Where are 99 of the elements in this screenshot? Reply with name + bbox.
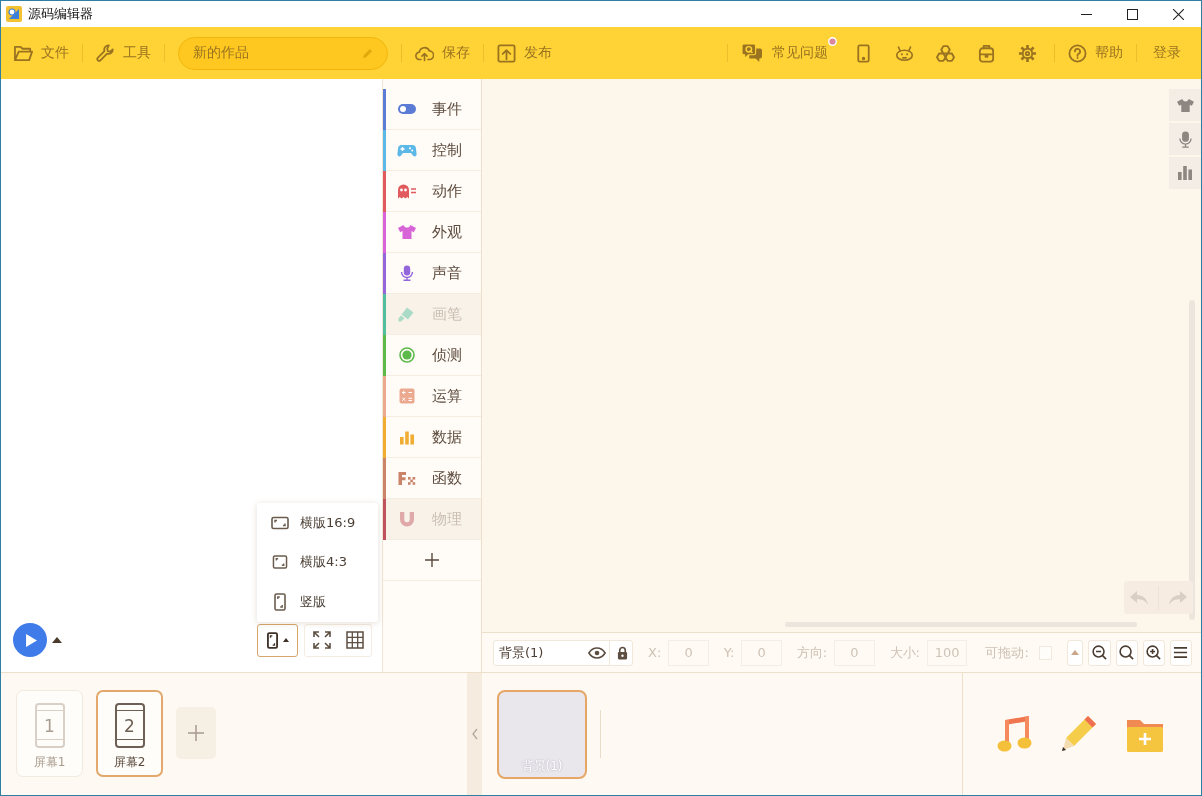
menu-item[interactable]: 横版4:3 xyxy=(257,543,378,582)
fullscreen-icon xyxy=(312,631,331,649)
zoom-in-icon xyxy=(1146,645,1162,660)
zoom-out-icon xyxy=(1092,645,1107,660)
upload-icon xyxy=(497,43,516,63)
app-logo-icon xyxy=(6,6,22,22)
eye-icon xyxy=(588,646,606,659)
search-icon xyxy=(1119,645,1135,660)
folder-icon xyxy=(14,43,33,63)
login-button[interactable]: 登录 xyxy=(1153,44,1181,62)
publish-button[interactable]: 发布 xyxy=(497,43,552,63)
minimize-icon xyxy=(1080,13,1092,15)
property-label: 方向: xyxy=(796,643,828,662)
add-screen-button[interactable] xyxy=(176,707,216,759)
gear-icon xyxy=(1017,43,1037,63)
gamepad-icon xyxy=(397,142,417,158)
magnet-icon xyxy=(397,511,417,527)
y-field[interactable]: 0 xyxy=(741,639,782,666)
category-item[interactable]: 声音 xyxy=(383,253,481,294)
menu-item[interactable]: 竖版 xyxy=(257,583,378,622)
help-button[interactable]: 帮助 xyxy=(1068,43,1123,63)
category-item[interactable]: 外观 xyxy=(383,212,481,253)
backpack-icon xyxy=(976,43,996,63)
play-icon xyxy=(26,633,37,647)
category-item[interactable]: 函数 xyxy=(383,458,481,499)
draggable-checkbox[interactable] xyxy=(1038,645,1052,660)
close-icon xyxy=(1172,8,1184,20)
undo-icon xyxy=(1129,590,1148,605)
menu-button[interactable]: 工具 xyxy=(96,43,151,63)
target-icon xyxy=(397,347,417,363)
caret-up-icon xyxy=(1071,650,1080,655)
calculator-icon xyxy=(397,388,417,404)
microphone-icon xyxy=(1178,130,1192,148)
screen-label: 屏幕1 xyxy=(33,754,66,771)
pencil-icon xyxy=(362,47,373,59)
hexagons-icon xyxy=(935,43,955,63)
category-item[interactable]: 控制 xyxy=(383,130,481,171)
sound-button[interactable] xyxy=(1169,123,1201,155)
direction-field[interactable]: 0 xyxy=(834,639,875,666)
run-options-button[interactable] xyxy=(52,637,62,643)
landscape-wide-icon xyxy=(271,515,289,530)
bar-chart-icon xyxy=(397,429,417,445)
screen-thumbnail: 2 xyxy=(114,703,145,748)
category-item[interactable]: 事件 xyxy=(383,89,481,130)
wrench-icon xyxy=(96,43,115,63)
screen-card[interactable]: 2 屏幕2 xyxy=(96,690,163,777)
phone-icon xyxy=(266,631,278,649)
category-item[interactable]: 运算 xyxy=(383,376,481,417)
zoom-out-button[interactable] xyxy=(1088,639,1111,666)
robot-face-icon xyxy=(894,43,914,63)
plus-icon xyxy=(188,725,204,741)
screen-thumbnail: 1 xyxy=(34,703,65,748)
add-category-button[interactable] xyxy=(424,552,440,568)
property-label: 可拖动: xyxy=(985,643,1029,662)
zoom-in-button[interactable] xyxy=(1142,639,1165,666)
property-label: X: xyxy=(648,645,662,660)
property-label: Y: xyxy=(723,645,735,660)
save-button[interactable]: 保存 xyxy=(415,43,470,63)
screen-label: 屏幕2 xyxy=(113,754,146,771)
shirt-icon xyxy=(1175,97,1195,113)
caret-up-icon xyxy=(282,638,289,642)
fullscreen-button[interactable] xyxy=(311,630,332,650)
menu-button[interactable] xyxy=(1169,639,1192,666)
category-item[interactable]: 数据 xyxy=(383,417,481,458)
chevron-left-icon xyxy=(471,728,478,740)
chart-button[interactable] xyxy=(1169,157,1201,189)
portrait-icon xyxy=(274,593,286,612)
sprite-name-field[interactable]: 背景(1) xyxy=(499,643,587,662)
landscape-icon xyxy=(271,555,289,570)
faq-button[interactable]: 常见问题 xyxy=(741,43,828,63)
project-name-field[interactable]: 新的作品 xyxy=(178,36,388,70)
costume-button[interactable] xyxy=(1169,89,1201,121)
caret-up-icon xyxy=(52,637,62,643)
category-item[interactable]: 动作 xyxy=(383,171,481,212)
help-icon xyxy=(1068,43,1087,63)
redo-icon xyxy=(1169,590,1188,605)
menu-button[interactable]: 文件 xyxy=(14,43,69,63)
window-title: 源码编辑器 xyxy=(28,5,93,23)
plus-icon xyxy=(425,553,439,567)
bar-chart-icon xyxy=(1178,166,1192,180)
zoom-reset-button[interactable] xyxy=(1115,639,1138,666)
menu-item[interactable]: 横版16:9 xyxy=(257,503,378,542)
menu-icon xyxy=(1173,645,1189,660)
function-icon xyxy=(397,470,417,486)
toggle-icon xyxy=(397,101,417,117)
ghost-icon xyxy=(397,183,417,199)
orientation-button[interactable] xyxy=(257,623,298,657)
category-item[interactable]: 侦测 xyxy=(383,335,481,376)
lock-icon xyxy=(616,645,628,660)
property-label: 大小: xyxy=(889,643,920,662)
grid-button[interactable] xyxy=(344,630,365,650)
maximize-icon xyxy=(1126,8,1138,20)
chat-bubbles-icon xyxy=(741,43,763,63)
grid-icon xyxy=(345,631,364,649)
screen-card[interactable]: 1 屏幕1 xyxy=(16,690,83,777)
size-field[interactable]: 100 xyxy=(927,639,968,666)
x-field[interactable]: 0 xyxy=(668,639,709,666)
shirt-icon xyxy=(397,224,417,240)
play-button[interactable] xyxy=(13,623,47,657)
